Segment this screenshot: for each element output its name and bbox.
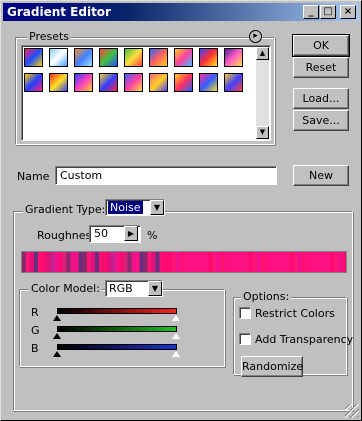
new-button[interactable]: New xyxy=(293,165,349,186)
chevron-down-icon[interactable]: ▼ xyxy=(150,200,164,215)
preset-swatch[interactable] xyxy=(74,73,93,92)
ok-button[interactable]: OK xyxy=(292,34,350,57)
presets-list: ▲ ▼ xyxy=(21,45,271,141)
presets-label: Presets xyxy=(27,30,72,43)
roughness-unit: % xyxy=(147,229,158,242)
preset-swatch[interactable] xyxy=(224,73,243,92)
chevron-down-icon[interactable]: ▼ xyxy=(148,281,162,296)
name-input[interactable]: Custom xyxy=(55,166,277,185)
gradient-type-select[interactable]: Noise ▼ xyxy=(105,199,165,216)
add-transparency-label[interactable]: Add Transparency xyxy=(255,333,353,346)
preset-swatch[interactable] xyxy=(174,48,193,67)
preset-swatch[interactable] xyxy=(224,48,243,67)
reset-button[interactable]: Reset xyxy=(293,57,349,78)
preset-swatch[interactable] xyxy=(74,48,93,67)
preset-swatch[interactable] xyxy=(99,73,118,92)
preset-swatch[interactable] xyxy=(149,48,168,67)
preset-swatch[interactable] xyxy=(124,73,143,92)
channel-slider-bar[interactable] xyxy=(57,308,177,314)
channel-label: R xyxy=(31,306,39,319)
save-button[interactable]: Save... xyxy=(293,110,349,131)
preset-swatch[interactable] xyxy=(24,73,43,92)
close-button[interactable]: × xyxy=(340,5,356,19)
load-button[interactable]: Load... xyxy=(293,88,349,109)
preset-swatch[interactable] xyxy=(174,73,193,92)
preset-swatch[interactable] xyxy=(49,48,68,67)
gradient-editor-window: Gradient Editor _ □ × Presets ▸ ▲ ▼ OK R… xyxy=(0,0,362,421)
channel-slider-handle[interactable] xyxy=(172,315,180,321)
channel-label: B xyxy=(31,342,39,355)
minimize-button[interactable]: _ xyxy=(303,5,319,19)
preset-swatch-grid xyxy=(24,48,254,138)
preset-swatch[interactable] xyxy=(149,73,168,92)
title-bar[interactable]: Gradient Editor _ □ × xyxy=(3,3,359,21)
roughness-value: 50 xyxy=(94,227,108,240)
name-label: Name xyxy=(17,170,50,183)
color-model-label: Color Model: xyxy=(29,282,102,295)
maximize-button[interactable]: □ xyxy=(320,5,336,19)
scroll-up-icon[interactable]: ▲ xyxy=(256,47,269,60)
preset-swatch[interactable] xyxy=(99,48,118,67)
presets-menu-icon[interactable]: ▸ xyxy=(249,30,262,43)
randomize-button[interactable]: Randomize xyxy=(241,356,303,377)
add-transparency-checkbox[interactable] xyxy=(239,333,251,345)
preset-swatch[interactable] xyxy=(199,73,218,92)
scroll-down-icon[interactable]: ▼ xyxy=(256,126,269,139)
preset-swatch[interactable] xyxy=(49,73,68,92)
options-label: Options: xyxy=(241,290,292,303)
channel-slider-handle[interactable] xyxy=(172,351,180,357)
channel-slider-handle[interactable] xyxy=(53,315,61,321)
gradient-type-label: Gradient Type: xyxy=(23,203,108,216)
gradient-type-value: Noise xyxy=(108,201,143,214)
preset-swatch[interactable] xyxy=(24,48,43,67)
restrict-colors-label[interactable]: Restrict Colors xyxy=(255,307,335,320)
color-model-select[interactable]: RGB ▼ xyxy=(105,280,163,297)
channel-slider-bar[interactable] xyxy=(57,344,177,350)
color-model-value: RGB xyxy=(109,282,133,295)
channel-slider-bar[interactable] xyxy=(57,326,177,332)
channel-slider-handle[interactable] xyxy=(53,351,61,357)
presets-scrollbar[interactable]: ▲ ▼ xyxy=(256,47,269,139)
gradient-preview-bar[interactable] xyxy=(21,251,347,273)
preset-swatch[interactable] xyxy=(124,48,143,67)
channel-slider-handle[interactable] xyxy=(53,333,61,339)
chevron-right-icon[interactable]: ▶ xyxy=(124,226,138,241)
channel-label: G xyxy=(31,324,40,337)
resize-grip-icon[interactable] xyxy=(345,404,359,418)
channel-slider-handle[interactable] xyxy=(172,333,180,339)
window-title: Gradient Editor xyxy=(7,5,111,19)
preset-swatch[interactable] xyxy=(199,48,218,67)
restrict-colors-checkbox[interactable] xyxy=(239,307,251,319)
roughness-input[interactable]: 50 ▶ xyxy=(89,225,141,243)
